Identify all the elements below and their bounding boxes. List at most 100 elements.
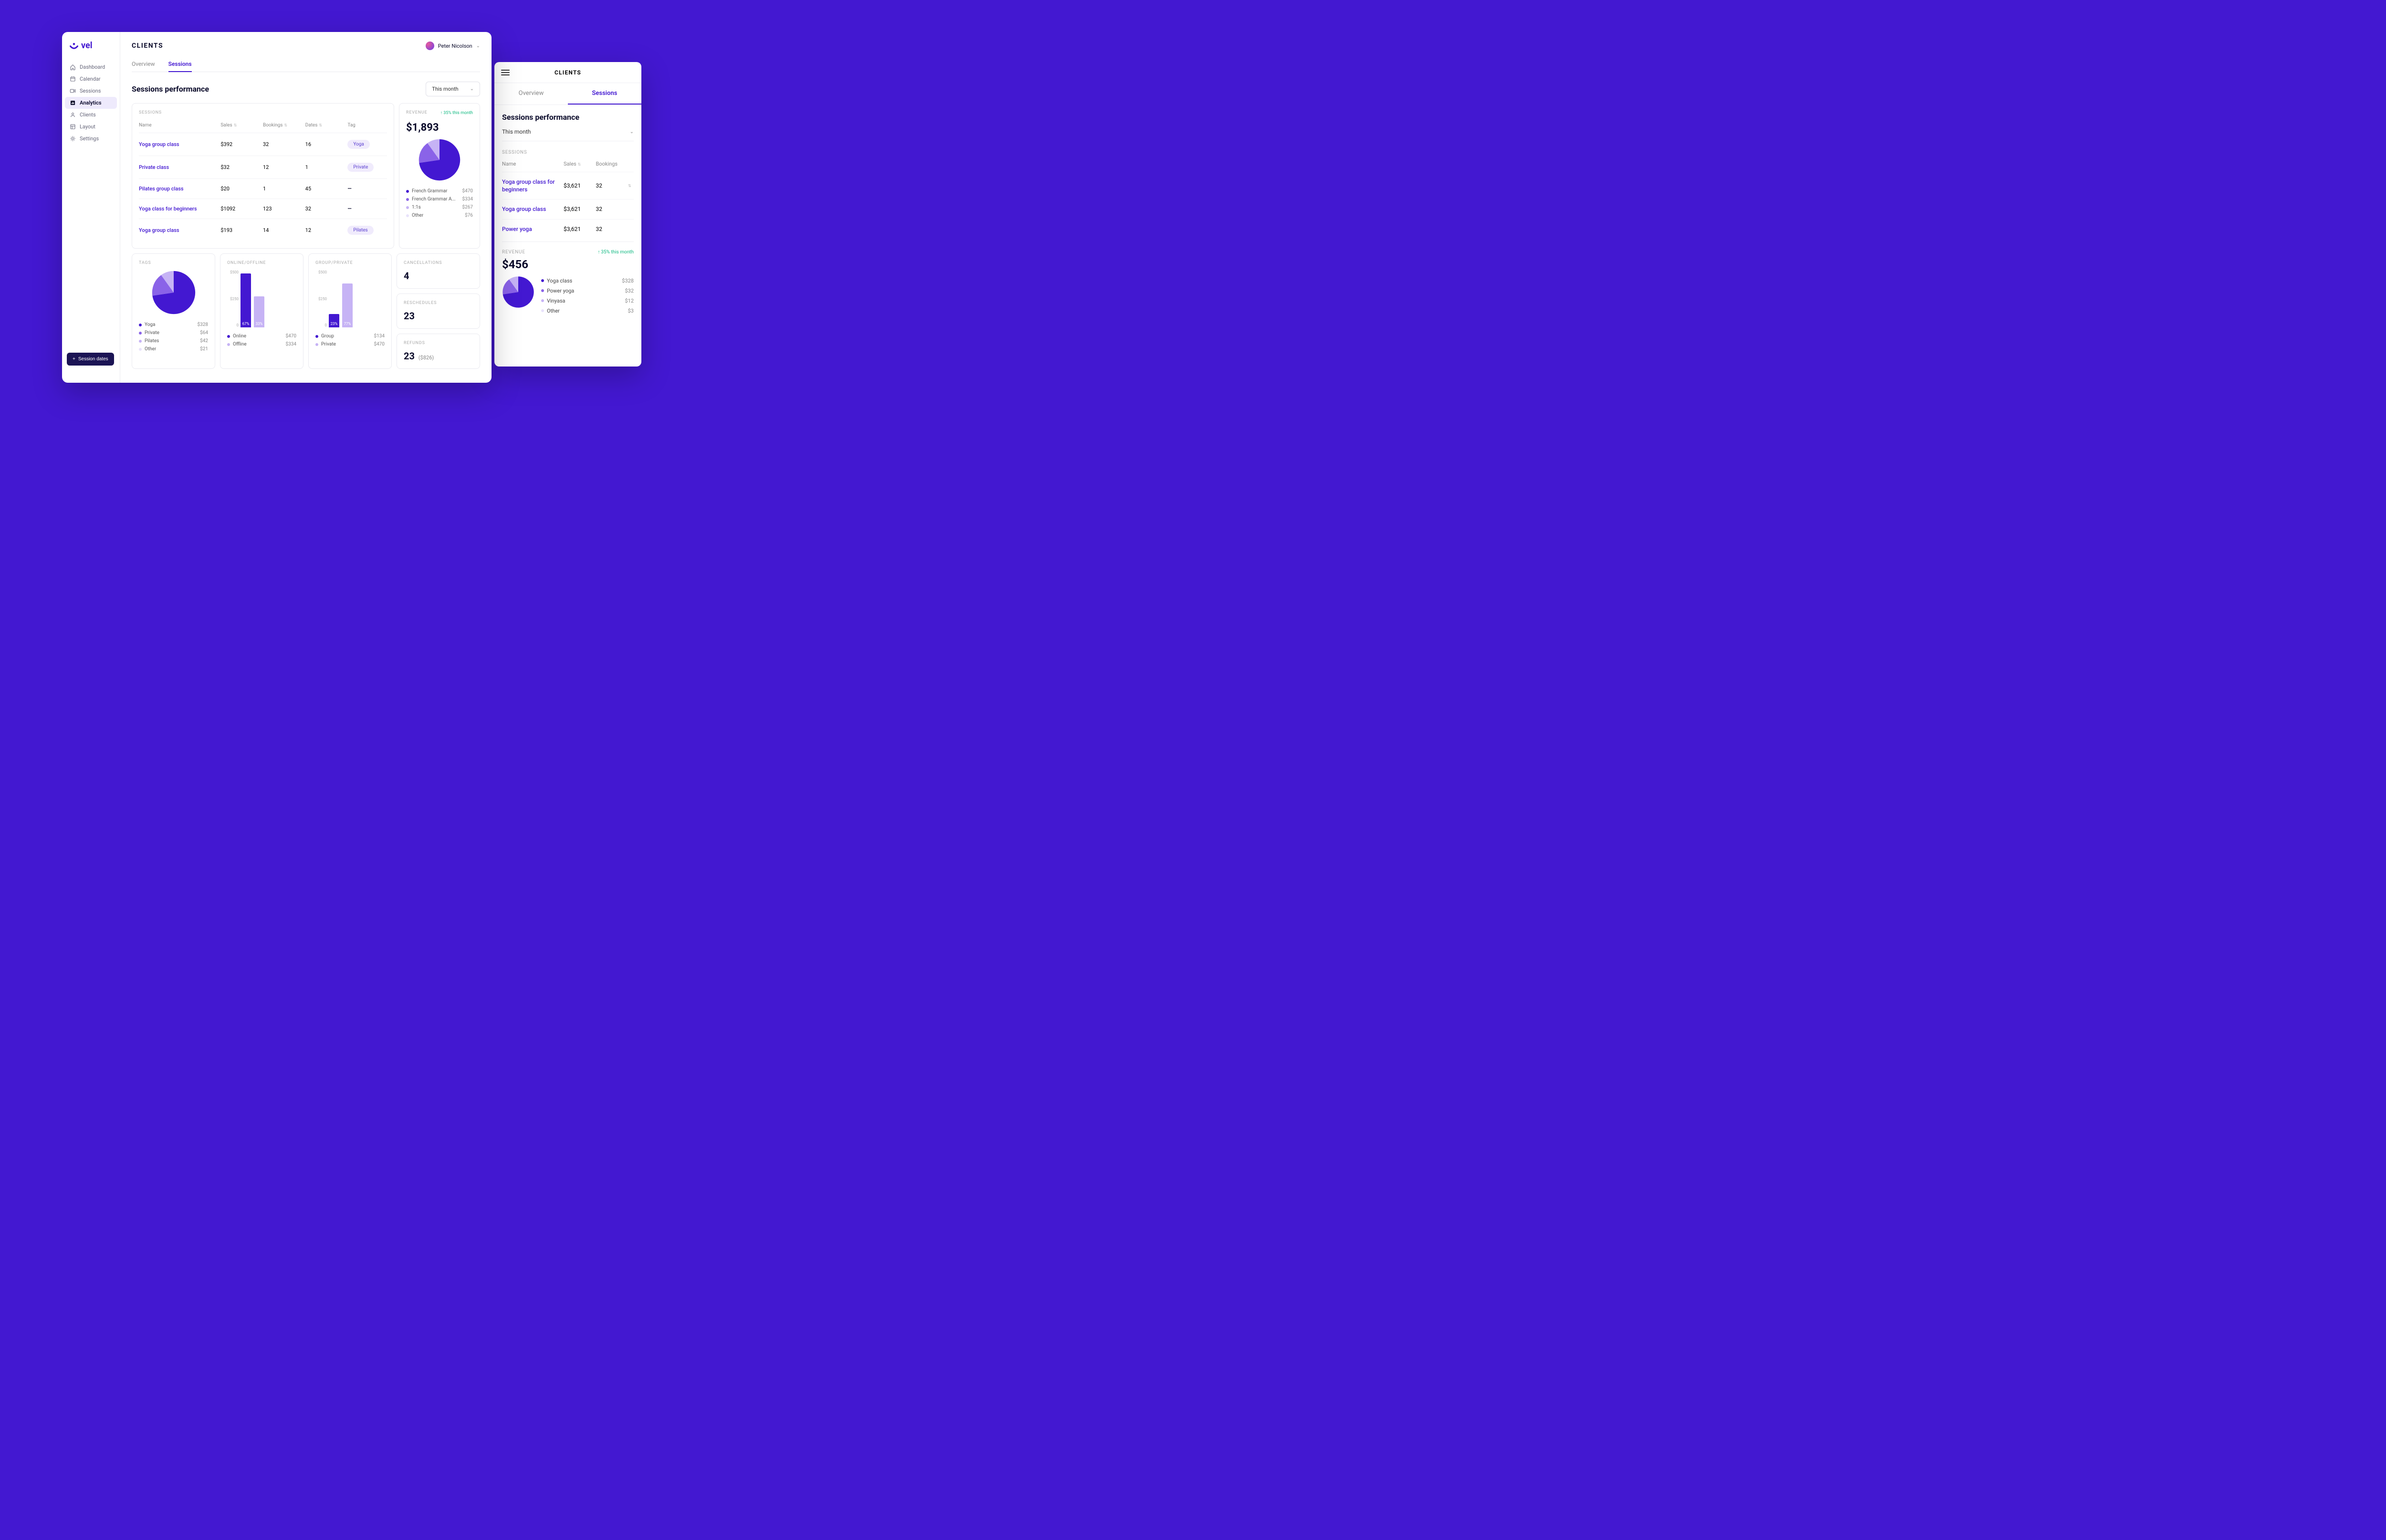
reschedules-card: RESCHEDULES 23 (397, 293, 480, 329)
legend-dot (139, 348, 142, 351)
legend-dot (406, 190, 409, 193)
legend-item: Other $3 (541, 306, 634, 316)
revenue-total: $1,893 (406, 122, 473, 134)
avatar (426, 42, 434, 50)
tab-sessions[interactable]: Sessions (168, 57, 192, 72)
column-header[interactable]: Sales ⇅ (564, 161, 593, 167)
sort-icon: ⇅ (234, 123, 237, 127)
bar: 67% (241, 273, 251, 327)
legend-dot (541, 309, 544, 312)
session-name-link[interactable]: Yoga group class (139, 141, 218, 147)
column-header: Name (139, 123, 218, 128)
tab-overview[interactable]: Overview (132, 57, 155, 72)
stat-value: 23 (404, 350, 415, 362)
sidebar-item-label: Layout (80, 124, 95, 130)
session-name-link[interactable]: Private class (139, 164, 218, 170)
period-select[interactable]: This month ⌄ (426, 82, 480, 96)
sidebar-item-label: Settings (80, 136, 99, 142)
tags-card: TAGS Yoga$328Private$64Pilates$42Other$2… (132, 253, 215, 369)
legend-value: $3 (628, 308, 634, 314)
sidebar-item-clients[interactable]: Clients (65, 109, 117, 121)
legend-label: Other (547, 308, 560, 314)
card-label: REVENUE (502, 250, 525, 255)
legend-label: Offline (233, 342, 247, 347)
sessions-card: SESSIONS NameSales ⇅Bookings ⇅Dates ⇅Tag… (132, 103, 394, 249)
chevron-down-icon: ⌄ (630, 129, 634, 135)
session-name-link[interactable]: Yoga group class (139, 227, 218, 233)
sidebar-item-layout[interactable]: Layout (65, 121, 117, 133)
cell-sales: $392 (220, 141, 260, 147)
refunds-card: REFUNDS 23 ($826) (397, 334, 480, 369)
session-name-link[interactable]: Power yoga (502, 225, 561, 233)
sort-icon: ⇅ (284, 123, 287, 127)
tab-overview[interactable]: Overview (494, 83, 568, 105)
legend-item: French Grammar$470 (406, 187, 473, 195)
legend-dot (227, 343, 230, 346)
online-offline-card: ONLINE/OFFLINE $500$2500 67%33% Online$4… (220, 253, 303, 369)
tab-sessions[interactable]: Sessions (568, 83, 641, 105)
legend-item: 1:1s$267 (406, 203, 473, 211)
session-name-link[interactable]: Yoga group class for beginners (502, 178, 561, 193)
legend-dot (315, 335, 318, 338)
legend-item: Yoga$328 (139, 321, 208, 329)
session-name-link[interactable]: Yoga group class (502, 205, 561, 213)
period-value: This month (502, 128, 531, 135)
revenue-card: REVENUE ↑ 35% this month $1,893 French G… (399, 103, 480, 249)
sidebar-item-calendar[interactable]: Calendar (65, 73, 117, 85)
sidebar-item-sessions[interactable]: Sessions (65, 85, 117, 97)
legend-label: French Grammar (412, 189, 448, 194)
column-header: Tag (347, 123, 387, 128)
legend-item: French Grammar A...$334 (406, 195, 473, 203)
card-label: REFUNDS (404, 341, 473, 346)
tag-pill[interactable]: Yoga (347, 140, 369, 149)
user-menu[interactable]: Peter Nicolson ⌄ (426, 42, 480, 50)
user-name: Peter Nicolson (438, 43, 472, 49)
brand-logo[interactable]: vel (62, 41, 120, 59)
sidebar: vel DashboardCalendar Sessions Analytics Cl… (62, 32, 120, 383)
session-name-link[interactable]: Pilates group class (139, 186, 218, 192)
sidebar-item-label: Analytics (80, 100, 102, 106)
cell-dates: 1 (305, 164, 345, 170)
card-label: TAGS (139, 261, 208, 265)
legend-item: Other$21 (139, 345, 208, 353)
sidebar-item-label: Clients (80, 112, 96, 118)
cell-bookings: 32 (263, 141, 303, 147)
legend-dot (315, 343, 318, 346)
session-dates-button[interactable]: + Session dates (67, 353, 114, 366)
sidebar-item-settings[interactable]: Settings (65, 133, 117, 145)
menu-icon[interactable] (501, 68, 510, 77)
legend-value: $334 (286, 342, 296, 347)
legend-item: Offline $334 (227, 340, 296, 348)
revenue-card: REVENUE ↑ 35% this month $456 Yoga class… (502, 241, 634, 316)
session-name-link[interactable]: Yoga class for beginners (139, 206, 218, 212)
column-header[interactable]: Sales ⇅ (220, 123, 260, 128)
legend-label: 1:1s (412, 205, 421, 210)
legend-label: Online (233, 334, 246, 339)
topbar: CLIENTS Peter Nicolson ⌄ (132, 42, 480, 50)
cell-bookings: 32 (596, 182, 626, 189)
brand-text: vel (81, 41, 92, 51)
sidebar-item-label: Sessions (80, 88, 101, 94)
legend-value: $64 (200, 330, 208, 335)
legend-dot (227, 335, 230, 338)
tag-pill[interactable]: Private (347, 163, 374, 172)
cell-bookings: 123 (263, 206, 303, 212)
column-header[interactable]: Bookings ⇅ (263, 123, 303, 128)
legend-label: Power yoga (547, 288, 574, 294)
sidebar-item-dashboard[interactable]: Dashboard (65, 61, 117, 73)
period-value: This month (432, 86, 458, 92)
legend-item: Yoga class$328 (541, 276, 634, 286)
column-header[interactable]: Dates ⇅ (305, 123, 345, 128)
legend-dot (406, 206, 409, 209)
layout-icon (70, 124, 76, 130)
plus-icon: + (73, 356, 75, 362)
legend-value: $328 (622, 278, 634, 284)
period-select[interactable]: This month ⌄ (502, 128, 634, 141)
bar: 33% (254, 296, 264, 327)
sidebar-item-analytics[interactable]: Analytics (65, 97, 117, 109)
revenue-pie-chart (502, 276, 534, 308)
tag-pill[interactable]: Pilates (347, 226, 373, 235)
table-row: Yoga class for beginners$109212332— (139, 199, 387, 219)
stat-sub: ($826) (419, 355, 434, 361)
legend-label: Yoga (145, 322, 155, 327)
